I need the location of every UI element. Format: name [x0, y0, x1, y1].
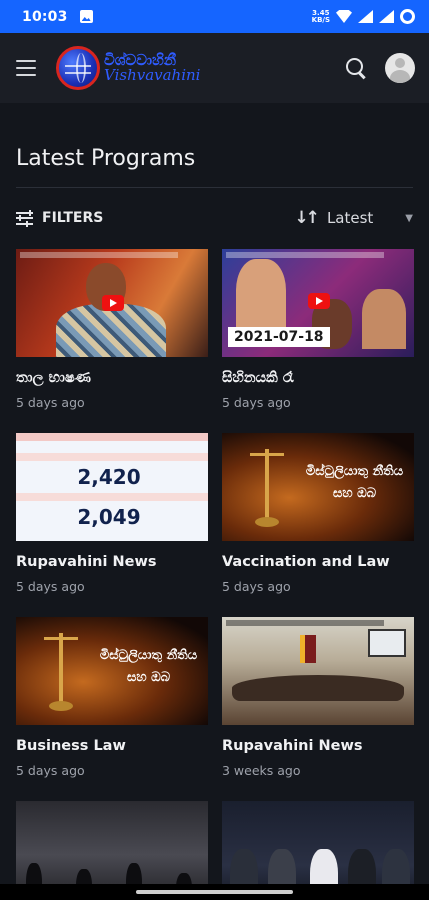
- program-thumbnail[interactable]: [222, 617, 414, 725]
- program-card[interactable]: Rupavahini News 3 weeks ago: [222, 617, 414, 778]
- search-icon[interactable]: [345, 57, 367, 79]
- avatar[interactable]: [385, 53, 415, 83]
- program-title: Vaccination and Law: [222, 554, 390, 570]
- sort-selected-value: Latest: [326, 209, 374, 227]
- status-bar: 10:03 3.45 KB/S: [0, 0, 429, 33]
- play-icon: [102, 295, 124, 311]
- status-icons: 3.45 KB/S: [312, 9, 415, 24]
- program-title: Business Law: [16, 738, 126, 754]
- program-card[interactable]: 2021-07-18 සිහිනයකි රෑ 5 days ago: [222, 249, 414, 410]
- filter-sliders-icon: [16, 209, 33, 227]
- network-speed: 3.45 KB/S: [311, 8, 330, 24]
- program-card[interactable]: මිස්ටුලියාතු නීතිය සහ ඔබ Vaccination and…: [222, 433, 414, 594]
- wifi-icon: [336, 10, 352, 23]
- justice-scale-icon: [250, 443, 284, 533]
- program-card[interactable]: මිස්ටුලියාතු නීතිය සහ ඔබ Business Law 5 …: [16, 617, 208, 778]
- divider: [16, 187, 413, 188]
- program-date: 5 days ago: [16, 763, 85, 778]
- signal-icon: [358, 10, 373, 23]
- menu-icon[interactable]: [16, 60, 36, 76]
- logo-text-latin: Vishvavahini: [104, 66, 201, 84]
- play-icon: [308, 293, 330, 309]
- program-title: Rupavahini News: [222, 738, 363, 754]
- gallery-notification-icon: [79, 10, 93, 23]
- chevron-down-icon: ▼: [405, 212, 413, 224]
- program-date: 5 days ago: [222, 395, 291, 410]
- globe-logo-icon: [56, 46, 100, 90]
- justice-scale-icon: [44, 627, 78, 717]
- program-title: සිහිනයකි රෑ: [222, 370, 294, 386]
- program-card[interactable]: 2,420 2,049 Rupavahini News 5 days ago: [16, 433, 208, 594]
- program-date: 5 days ago: [222, 579, 291, 594]
- page-title: Latest Programs: [16, 146, 196, 171]
- program-thumbnail[interactable]: 2021-07-18: [222, 249, 414, 357]
- filter-bar: FILTERS ↓↑ Latest ▼: [16, 202, 413, 234]
- sort-arrows-icon: ↓↑: [294, 208, 319, 228]
- program-thumbnail[interactable]: මිස්ටුලියාතු නීතිය සහ ඔබ: [222, 433, 414, 541]
- program-card[interactable]: තාල භාෂණ 5 days ago: [16, 249, 208, 410]
- program-thumbnail[interactable]: 2,420 2,049: [16, 433, 208, 541]
- battery-saver-icon: [400, 9, 415, 24]
- sort-dropdown[interactable]: ↓↑ Latest ▼: [294, 208, 413, 228]
- app-bar: විශ්වවාහිනී Vishvavahini: [0, 33, 429, 103]
- filters-label: FILTERS: [42, 210, 104, 226]
- program-title: තාල භාෂණ: [16, 370, 91, 386]
- system-navigation-bar: [0, 884, 429, 900]
- home-gesture-handle[interactable]: [136, 890, 293, 894]
- program-date: 3 weeks ago: [222, 763, 301, 778]
- program-title: Rupavahini News: [16, 554, 157, 570]
- program-date: 5 days ago: [16, 579, 85, 594]
- filters-button[interactable]: FILTERS: [16, 209, 104, 227]
- program-date: 5 days ago: [16, 395, 85, 410]
- program-thumbnail[interactable]: මිස්ටුලියාතු නීතිය සහ ඔබ: [16, 617, 208, 725]
- program-thumbnail[interactable]: [16, 249, 208, 357]
- thumbnail-date: 2021-07-18: [228, 327, 330, 347]
- app-logo[interactable]: විශ්වවාහිනී Vishvavahini: [56, 46, 200, 90]
- status-time: 10:03: [22, 8, 68, 25]
- signal-icon-2: [379, 10, 394, 23]
